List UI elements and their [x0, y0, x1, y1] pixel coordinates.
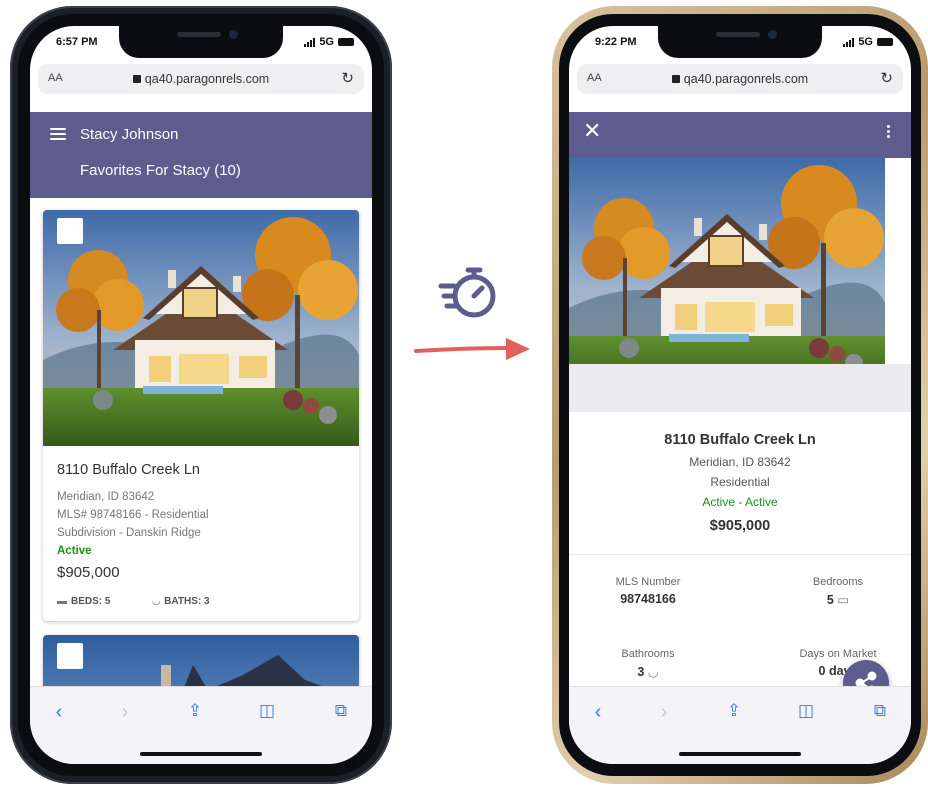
- network-label: 5G: [319, 36, 334, 48]
- stat-bedrooms-row: 5 ▭: [783, 592, 893, 607]
- detail-header: ✕: [569, 112, 911, 158]
- url-label: qa40.paragonrels.com: [683, 72, 809, 86]
- user-name: Stacy Johnson: [80, 126, 179, 143]
- status-right: 5G: [843, 36, 893, 48]
- right-phone-frame: 9:22 PM 5G AA qa40.paragonrels.com ↻ ✕ 8…: [552, 6, 928, 784]
- url-label: qa40.paragonrels.com: [144, 72, 270, 86]
- right-phone-screen: 9:22 PM 5G AA qa40.paragonrels.com ↻ ✕ 8…: [569, 26, 911, 764]
- forward-icon[interactable]: ›: [651, 701, 677, 724]
- transition-arrow-icon: [414, 338, 530, 360]
- network-label: 5G: [858, 36, 873, 48]
- notch: [119, 26, 283, 58]
- url-text[interactable]: qa40.paragonrels.com: [38, 72, 364, 86]
- more-options-icon[interactable]: [887, 125, 891, 140]
- browser-toolbar: ‹ › ⇪ ◫ ⧉: [30, 686, 372, 764]
- beds-fact: ▬ BEDS: 5: [57, 596, 110, 607]
- speaker: [716, 32, 760, 37]
- baths-fact: ◡ BATHS: 3: [152, 596, 209, 607]
- back-icon[interactable]: ‹: [585, 701, 611, 724]
- listing-card[interactable]: 8110 Buffalo Creek Ln Meridian, ID 83642…: [43, 210, 359, 621]
- listing-city: Meridian, ID 83642: [57, 491, 155, 503]
- app-header: Stacy Johnson Favorites For Stacy (10): [30, 112, 372, 198]
- url-text[interactable]: qa40.paragonrels.com: [577, 72, 903, 86]
- listing-subdivision: Subdivision - Danskin Ridge: [57, 527, 201, 539]
- listing-price: $905,000: [57, 564, 120, 581]
- bed-icon: ▭: [837, 593, 850, 607]
- listing-details: 8110 Buffalo Creek Ln Meridian, ID 83642…: [57, 462, 345, 581]
- stat-mls-label: MLS Number: [615, 576, 681, 588]
- stat-bedrooms-value: 5: [826, 593, 834, 607]
- share-icon[interactable]: ⇪: [182, 701, 208, 721]
- stat-bathrooms-value: 3: [637, 665, 645, 679]
- listing-photo[interactable]: [43, 210, 359, 446]
- reload-icon[interactable]: ↻: [341, 69, 354, 87]
- notch: [658, 26, 822, 58]
- bookmarks-icon[interactable]: ◫: [793, 701, 819, 721]
- bed-icon: ▬: [57, 596, 67, 607]
- left-phone-bezel: 6:57 PM 5G AA qa40.paragonrels.com ↻ Sta…: [18, 14, 384, 776]
- front-camera: [768, 30, 777, 39]
- detail-summary: 8110 Buffalo Creek Ln Meridian, ID 83642…: [569, 432, 911, 534]
- home-indicator: [679, 752, 801, 756]
- speaker: [177, 32, 221, 37]
- photo-strip: [569, 364, 911, 412]
- listing-mls: MLS# 98748166 - Residential: [57, 509, 209, 521]
- detail-address: 8110 Buffalo Creek Ln: [664, 432, 816, 448]
- select-checkbox[interactable]: [57, 218, 83, 244]
- close-icon[interactable]: ✕: [583, 120, 601, 142]
- stat-dom-label: Days on Market: [799, 648, 877, 660]
- status-time: 6:57 PM: [56, 36, 98, 48]
- detail-type: Residential: [710, 475, 770, 489]
- signal-icon: [304, 37, 316, 47]
- stat-bathrooms-label: Bathrooms: [621, 648, 675, 660]
- address-bar[interactable]: AA qa40.paragonrels.com ↻: [577, 64, 903, 94]
- left-phone-frame: 6:57 PM 5G AA qa40.paragonrels.com ↻ Sta…: [10, 6, 392, 784]
- beds-label: BEDS: 5: [71, 596, 111, 607]
- stat-bedrooms: Bedrooms 5 ▭: [783, 576, 893, 607]
- listing-address[interactable]: 8110 Buffalo Creek Ln: [57, 462, 345, 478]
- detail-price: $905,000: [709, 518, 771, 534]
- home-indicator: [140, 752, 262, 756]
- right-phone-bezel: 9:22 PM 5G AA qa40.paragonrels.com ↻ ✕ 8…: [559, 14, 921, 776]
- back-icon[interactable]: ‹: [46, 701, 72, 724]
- baths-label: BATHS: 3: [164, 596, 210, 607]
- stat-mls-value: 98748166: [620, 592, 676, 606]
- battery-icon: [877, 38, 893, 46]
- stat-bathrooms-row: 3 ◡: [593, 664, 703, 679]
- select-checkbox[interactable]: [57, 643, 83, 669]
- divider: [569, 554, 911, 555]
- status-time: 9:22 PM: [595, 36, 637, 48]
- signal-icon: [843, 37, 855, 47]
- tabs-icon[interactable]: ⧉: [328, 701, 354, 721]
- tabs-icon[interactable]: ⧉: [867, 701, 893, 721]
- stat-mls: MLS Number 98748166: [593, 576, 703, 606]
- reload-icon[interactable]: ↻: [880, 69, 893, 87]
- lock-icon: [671, 75, 680, 83]
- favorites-title: Favorites For Stacy (10): [80, 162, 241, 179]
- stat-bedrooms-label: Bedrooms: [812, 576, 864, 588]
- lock-icon: [132, 75, 141, 83]
- left-phone-screen: 6:57 PM 5G AA qa40.paragonrels.com ↻ Sta…: [30, 26, 372, 764]
- bath-icon: ◡: [152, 596, 161, 607]
- detail-city: Meridian, ID 83642: [689, 455, 791, 469]
- forward-icon[interactable]: ›: [112, 701, 138, 724]
- address-bar[interactable]: AA qa40.paragonrels.com ↻: [38, 64, 364, 94]
- hamburger-menu-icon[interactable]: [50, 128, 66, 143]
- detail-photo[interactable]: [569, 158, 885, 364]
- bookmarks-icon[interactable]: ◫: [254, 701, 280, 721]
- bath-icon: ◡: [647, 665, 659, 679]
- listing-facts: ▬ BEDS: 5 ◡ BATHS: 3: [57, 596, 345, 607]
- browser-toolbar: ‹ › ⇪ ◫ ⧉: [569, 686, 911, 764]
- fast-timer-icon: [438, 267, 496, 318]
- share-icon[interactable]: ⇪: [721, 701, 747, 721]
- detail-status: Active - Active: [702, 495, 778, 509]
- battery-icon: [338, 38, 354, 46]
- status-right: 5G: [304, 36, 354, 48]
- stat-bathrooms: Bathrooms 3 ◡: [593, 648, 703, 679]
- front-camera: [229, 30, 238, 39]
- listing-status: Active: [57, 545, 92, 557]
